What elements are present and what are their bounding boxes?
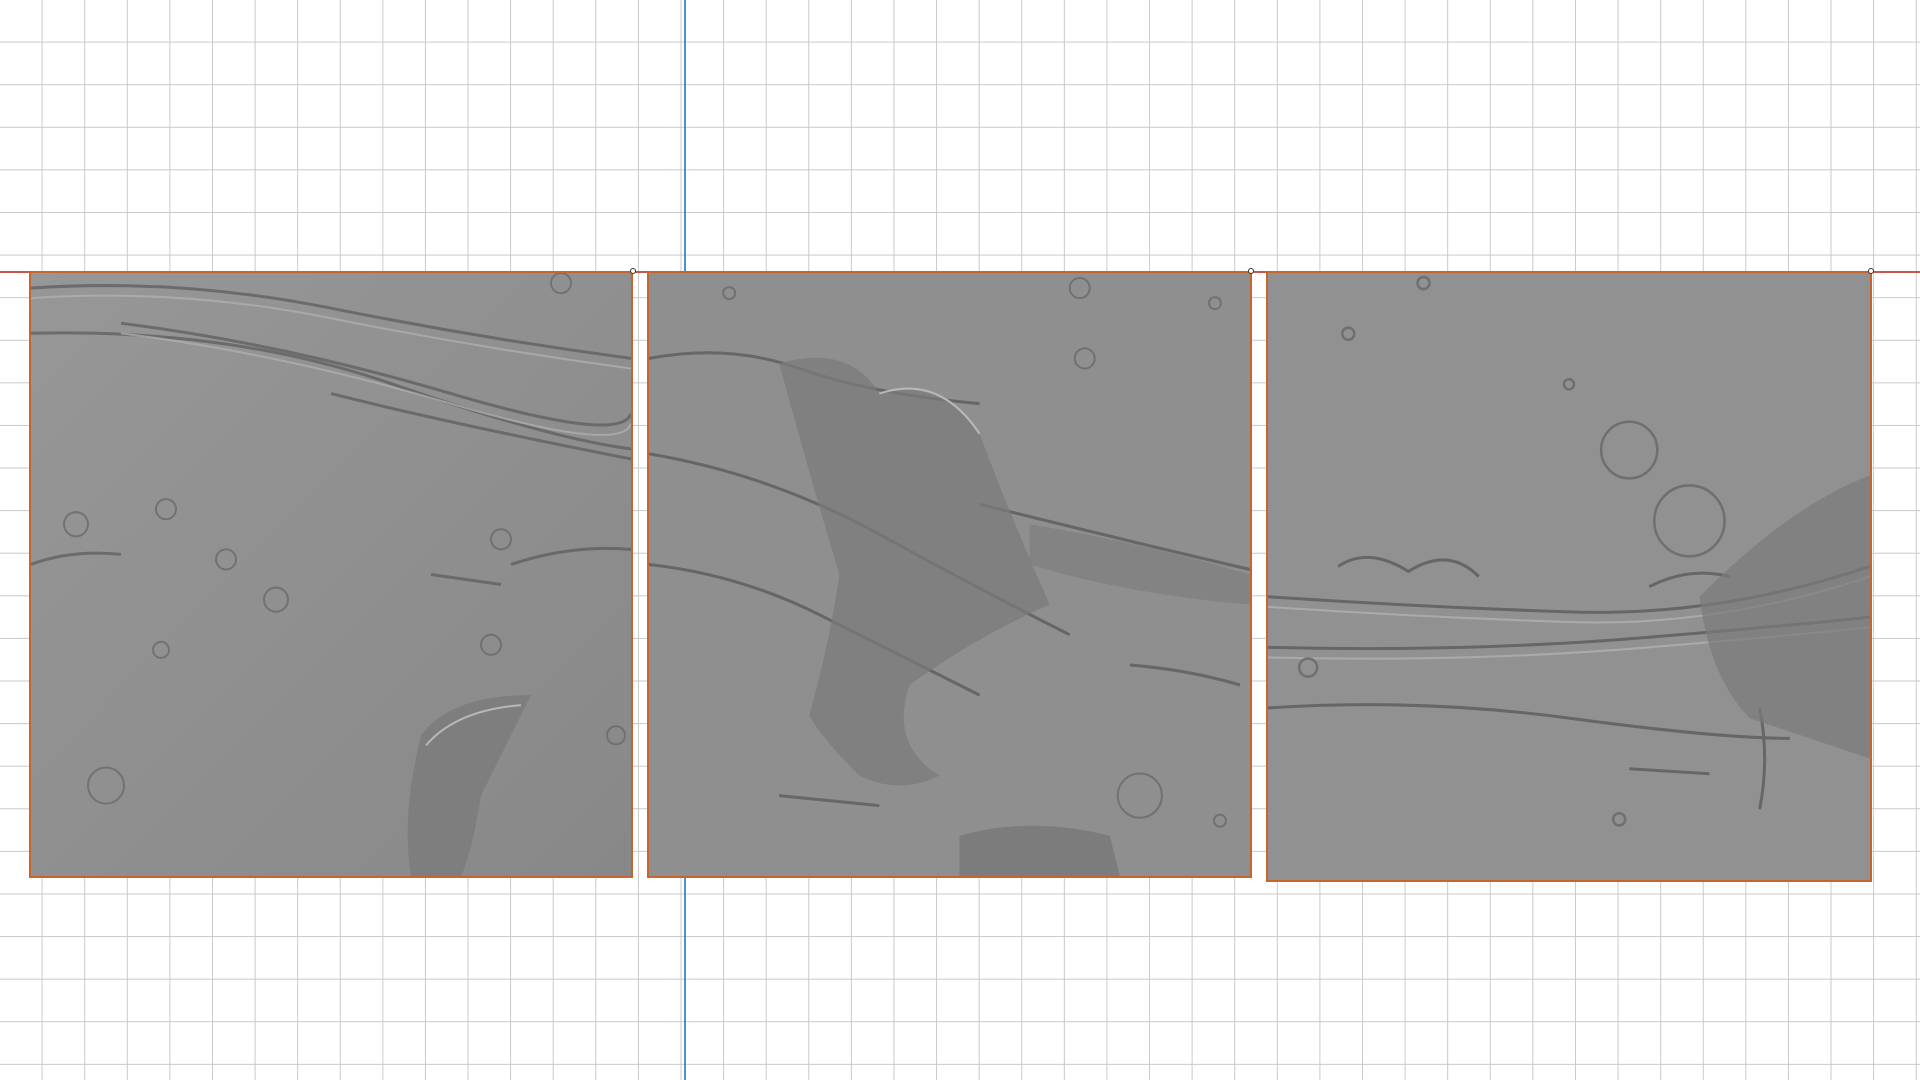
tile-vertex-handle[interactable] — [630, 268, 636, 274]
terrain-tile-2[interactable] — [647, 271, 1252, 878]
terrain-relief-image — [649, 273, 1250, 876]
terrain-relief-image — [1268, 273, 1870, 880]
terrain-tile-1[interactable] — [29, 271, 633, 878]
terrain-relief-image — [31, 273, 631, 876]
tile-vertex-handle[interactable] — [1248, 268, 1254, 274]
terrain-tile-3[interactable] — [1266, 271, 1872, 882]
tile-vertex-handle[interactable] — [1868, 268, 1874, 274]
